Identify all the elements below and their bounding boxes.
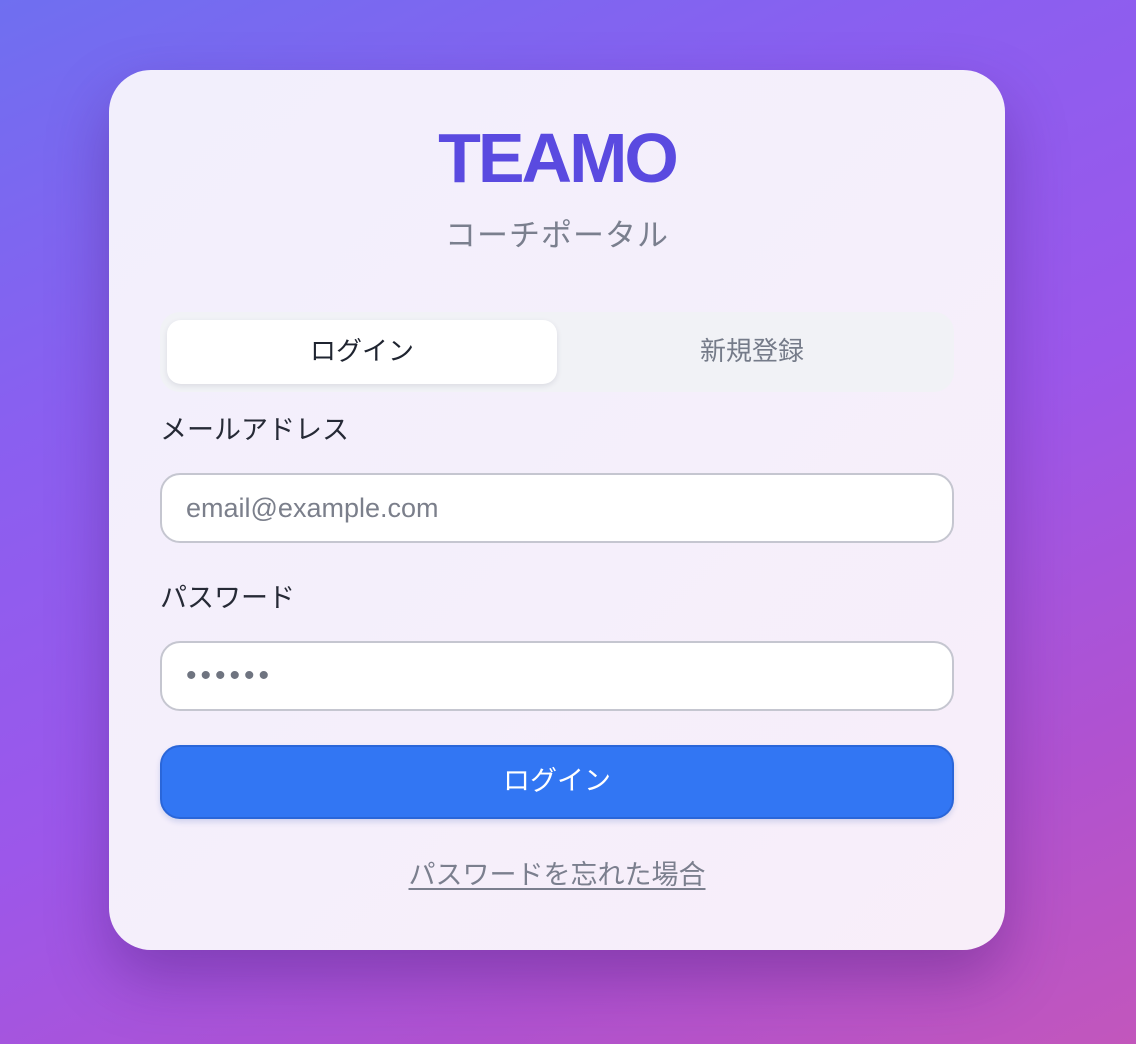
- forgot-password-link[interactable]: パスワードを忘れた場合: [409, 860, 706, 891]
- email-label: メールアドレス: [160, 415, 349, 446]
- password-input[interactable]: [160, 641, 954, 711]
- tab-login[interactable]: ログイン: [167, 320, 557, 384]
- auth-tabs: ログイン 新規登録: [160, 312, 954, 392]
- logo-text: TEAMO: [438, 119, 679, 197]
- forgot-password-container: パスワードを忘れた場合: [109, 858, 1005, 894]
- password-label: パスワード: [160, 583, 295, 614]
- email-input[interactable]: [160, 473, 954, 543]
- login-card: TEAMO コーチポータル ログイン 新規登録 メールアドレス パスワード ログ…: [109, 70, 1005, 950]
- portal-subtitle: コーチポータル: [445, 218, 669, 254]
- login-button[interactable]: ログイン: [160, 745, 954, 819]
- tab-register[interactable]: 新規登録: [557, 320, 947, 384]
